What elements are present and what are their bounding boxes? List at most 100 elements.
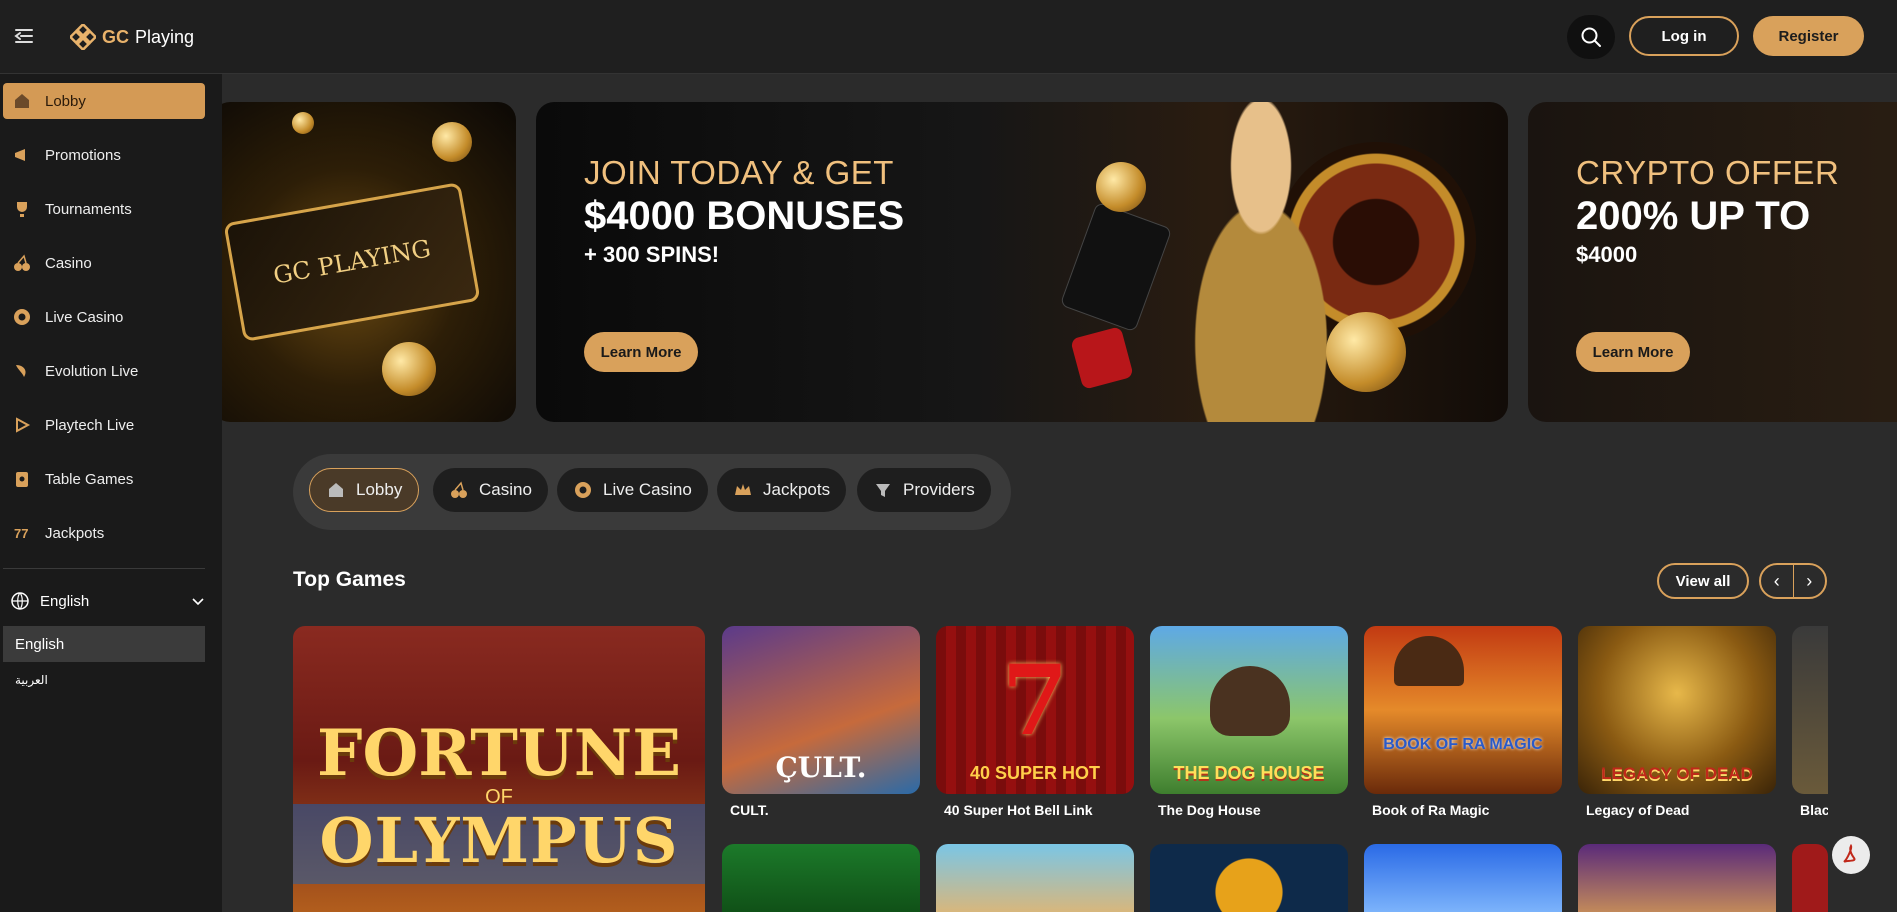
sidebar-item-live-casino[interactable]: Live Casino xyxy=(3,299,205,335)
sidebar-item-label: Jackpots xyxy=(45,524,105,542)
tab-label: Live Casino xyxy=(603,480,692,499)
sidebar-item-label: Table Games xyxy=(45,470,134,488)
pdf-icon[interactable] xyxy=(1832,836,1870,874)
game-tile-legacy-of-dead[interactable]: LEGACY OF DEAD xyxy=(1578,626,1776,794)
search-button[interactable] xyxy=(1567,15,1615,59)
sidebar-item-label: Live Casino xyxy=(45,308,124,326)
game-tile[interactable] xyxy=(722,844,920,912)
promo-banner-crypto-offer[interactable]: CRYPTO OFFER 200% UP TO $4000 Learn More xyxy=(1528,102,1897,422)
game-tile-fortune-of-olympus[interactable]: FORTUNE OF OLYMPUS xyxy=(293,626,705,912)
game-tile-book-of-ra-magic[interactable]: BOOK OF RA MAGIC xyxy=(1364,626,1562,794)
cards-icon xyxy=(11,468,33,490)
game-tile[interactable] xyxy=(1578,844,1776,912)
game-tile-the-dog-house[interactable]: THE DOG HOUSE xyxy=(1150,626,1348,794)
view-all-button[interactable]: View all xyxy=(1657,563,1749,599)
tab-label: Casino xyxy=(479,480,532,499)
cherry-icon xyxy=(11,252,33,274)
game-tile-40-super-hot[interactable]: 7 40 SUPER HOT xyxy=(936,626,1134,794)
coin-decoration xyxy=(432,122,472,162)
sidebar-item-playtech-live[interactable]: Playtech Live xyxy=(3,407,205,443)
search-icon xyxy=(1581,27,1601,47)
tab-jackpots[interactable]: Jackpots xyxy=(717,468,847,512)
login-button[interactable]: Log in xyxy=(1629,16,1739,56)
banner-headline: CRYPTO OFFER xyxy=(1576,154,1840,191)
jackpot-icon: 77 xyxy=(11,522,33,544)
trophy-icon xyxy=(11,198,33,220)
game-tile[interactable] xyxy=(936,844,1134,912)
learn-more-button[interactable]: Learn More xyxy=(584,332,698,372)
sidebar-item-lobby[interactable]: Lobby xyxy=(3,83,205,119)
collapse-menu-icon[interactable] xyxy=(12,24,36,48)
logo[interactable]: GC Playing xyxy=(70,20,194,54)
promotions-icon xyxy=(11,144,33,166)
crown-icon xyxy=(733,480,753,500)
sidebar-item-label: Casino xyxy=(45,254,92,272)
tab-providers[interactable]: Providers xyxy=(857,468,991,512)
sidebar-item-tournaments[interactable]: Tournaments xyxy=(3,191,205,227)
register-button[interactable]: Register xyxy=(1753,16,1864,56)
chevron-right-icon[interactable]: › xyxy=(1794,565,1826,597)
language-option-english[interactable]: English xyxy=(3,626,205,662)
tab-lobby[interactable]: Lobby xyxy=(309,468,420,512)
sidebar-divider xyxy=(3,568,205,569)
sidebar-item-evolution-live[interactable]: Evolution Live xyxy=(3,353,205,389)
game-tile[interactable] xyxy=(1150,844,1348,912)
banner-bonus: $4000 BONUSES xyxy=(584,194,905,238)
tab-label: Providers xyxy=(903,480,975,499)
sidebar: Lobby Promotions Tournaments Casino Live… xyxy=(0,74,222,912)
top-bar: GC Playing Log in Register xyxy=(0,0,1897,74)
game-tile[interactable] xyxy=(1792,844,1828,912)
tab-label: Jackpots xyxy=(763,480,831,499)
tile-art-text: LEGACY OF DEAD xyxy=(1601,764,1753,783)
playtech-icon xyxy=(11,414,33,436)
chip-decoration xyxy=(1096,162,1146,212)
coin-decoration xyxy=(382,342,436,396)
game-title: Book of Ra Magic xyxy=(1372,802,1490,818)
learn-more-button[interactable]: Learn More xyxy=(1576,332,1690,372)
sidebar-item-label: Playtech Live xyxy=(45,416,135,434)
tab-live-casino[interactable]: Live Casino xyxy=(557,468,708,512)
chip-icon xyxy=(11,306,33,328)
sidebar-item-casino[interactable]: Casino xyxy=(3,245,205,281)
game-title: The Dog House xyxy=(1158,802,1261,818)
seven-icon: 7 xyxy=(1001,644,1069,757)
sidebar-item-promotions[interactable]: Promotions xyxy=(3,137,205,173)
tab-label: Lobby xyxy=(356,480,403,499)
hat-decoration xyxy=(1394,636,1464,686)
category-tabs: Lobby Casino Live Casino Jackpots Provid… xyxy=(293,454,1011,530)
chip-icon xyxy=(573,480,593,500)
tile-art-text: BOOK OF RA MAGIC xyxy=(1383,736,1543,753)
svg-text:77: 77 xyxy=(14,526,28,541)
promo-banner-gc-playing[interactable]: GC PLAYING xyxy=(222,102,516,422)
tile-art-text: 40 SUPER HOT xyxy=(969,763,1101,783)
banner-spins: + 300 SPINS! xyxy=(584,242,720,267)
banner-amount: $4000 xyxy=(1576,242,1638,267)
game-title: 40 Super Hot Bell Link xyxy=(944,802,1093,818)
game-tile-partial[interactable] xyxy=(1792,626,1828,794)
banner-bonus: 200% UP TO xyxy=(1576,194,1811,238)
chevron-left-icon[interactable]: ‹ xyxy=(1761,565,1794,597)
game-title: Blac xyxy=(1800,802,1828,818)
lobby-icon xyxy=(326,480,346,500)
lobby-icon xyxy=(11,90,33,112)
language-option-arabic[interactable]: العربية xyxy=(3,662,205,698)
sidebar-item-table-games[interactable]: Table Games xyxy=(3,461,205,497)
tile-art-text: OLYMPUS xyxy=(319,804,679,877)
tile-art-text: ÇULT. xyxy=(775,751,867,784)
game-tile-cult[interactable]: ÇULT. xyxy=(722,626,920,794)
sidebar-item-label: Promotions xyxy=(45,146,121,164)
sidebar-item-jackpots[interactable]: 77 Jackpots xyxy=(3,515,205,551)
carousel-arrows: ‹ › xyxy=(1759,563,1827,599)
sidebar-item-label: Tournaments xyxy=(45,200,132,218)
game-title: Legacy of Dead xyxy=(1586,802,1690,818)
promo-banner-join-today[interactable]: JOIN TODAY & GET $4000 BONUSES + 300 SPI… xyxy=(536,102,1508,422)
language-current: English xyxy=(40,592,90,610)
language-selector[interactable]: English xyxy=(10,587,205,615)
game-tile[interactable] xyxy=(1364,844,1562,912)
providers-icon xyxy=(873,480,893,500)
banner-headline: JOIN TODAY & GET xyxy=(584,154,894,191)
dog-decoration xyxy=(1210,666,1290,736)
globe-icon xyxy=(11,592,29,610)
evolution-icon xyxy=(11,360,33,382)
tab-casino[interactable]: Casino xyxy=(433,468,548,512)
